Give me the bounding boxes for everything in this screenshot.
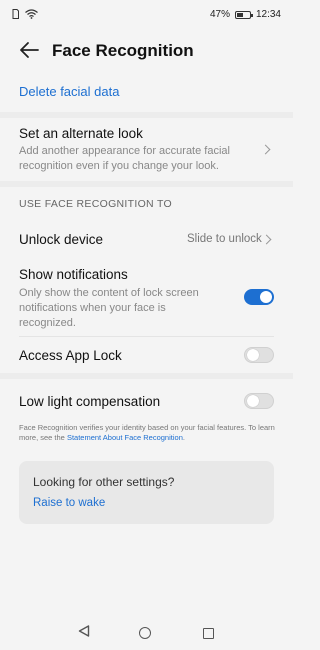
- nav-home-icon[interactable]: [139, 627, 151, 639]
- battery-icon: [234, 10, 253, 19]
- battery-fill: [236, 12, 243, 17]
- wifi-icon: [25, 9, 38, 19]
- alternate-look-title: Set an alternate look: [19, 126, 143, 141]
- clock: 12:34: [255, 9, 281, 20]
- app-lock-title: Access App Lock: [19, 348, 122, 363]
- separator: [19, 336, 274, 337]
- delete-facial-data-link[interactable]: Delete facial data: [19, 84, 119, 99]
- status-right: 47% 12:34: [210, 9, 281, 20]
- other-settings-title: Looking for other settings?: [33, 475, 175, 489]
- toggle-knob: [247, 395, 259, 407]
- divider: [0, 181, 293, 187]
- sim-icon: [12, 9, 19, 19]
- low-light-title: Low light compensation: [19, 394, 161, 409]
- toggle-knob: [247, 349, 259, 361]
- page-title: Face Recognition: [52, 41, 194, 60]
- section-heading: USE FACE RECOGNITION TO: [19, 198, 172, 210]
- back-arrow-icon[interactable]: [18, 41, 40, 59]
- footnote-end: .: [182, 433, 185, 442]
- statement-link[interactable]: Statement About Face Recognition: [67, 433, 183, 442]
- status-bar: 47% 12:34: [0, 0, 293, 30]
- unlock-device-value: Slide to unlock: [187, 233, 262, 245]
- other-settings-card: Looking for other settings? Raise to wak…: [19, 461, 274, 524]
- toggle-knob: [260, 291, 272, 303]
- low-light-toggle[interactable]: [244, 393, 274, 409]
- app-bar: Face Recognition: [0, 33, 293, 69]
- footnote: Face Recognition verifies your identity …: [19, 423, 277, 443]
- alternate-look-subtitle: Add another appearance for accurate faci…: [19, 145, 230, 172]
- nav-recent-apps-icon[interactable]: [203, 628, 214, 639]
- app-lock-toggle[interactable]: [244, 347, 274, 363]
- navigation-bar: [0, 610, 293, 650]
- show-notifications-toggle[interactable]: [244, 289, 274, 305]
- divider: [0, 112, 293, 118]
- unlock-device-title: Unlock device: [19, 232, 104, 247]
- nav-back-icon[interactable]: [78, 625, 90, 637]
- battery-percent: 47%: [209, 9, 230, 20]
- show-notifications-subtitle: Only show the content of lock screen not…: [19, 287, 199, 329]
- show-notifications-title: Show notifications: [19, 267, 128, 282]
- chevron-right-icon: [260, 144, 271, 155]
- chevron-right-icon: [261, 234, 272, 245]
- raise-to-wake-link[interactable]: Raise to wake: [33, 497, 105, 509]
- divider: [0, 373, 293, 379]
- status-left: [12, 9, 38, 19]
